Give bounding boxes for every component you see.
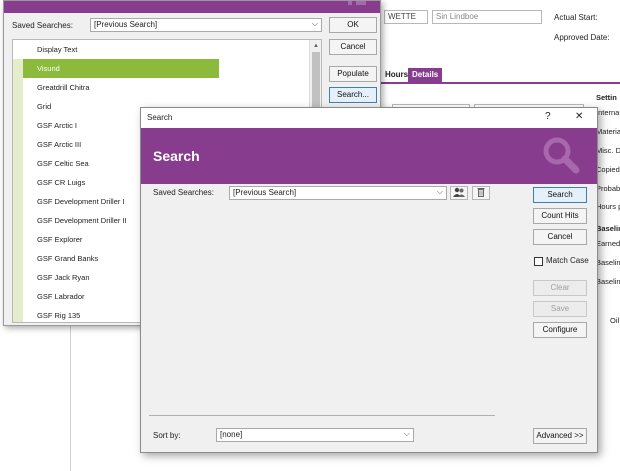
oil-label: Oil xyxy=(610,316,620,325)
chevron-down-icon: ⌵ xyxy=(403,429,410,438)
bg-divider xyxy=(70,326,71,471)
help-icon[interactable]: ? xyxy=(545,111,551,122)
lookup-title-band xyxy=(4,1,380,13)
banner-title: Search xyxy=(153,148,200,164)
baseline-item: Baselin xyxy=(596,258,620,267)
initials-field[interactable]: WETTE xyxy=(384,10,428,24)
cancel-button[interactable]: Cancel xyxy=(533,229,587,245)
clear-button[interactable]: Clear xyxy=(533,280,587,296)
saved-searches-label: Saved Searches: xyxy=(153,188,214,197)
cancel-button[interactable]: Cancel xyxy=(329,39,377,55)
search-dialog: Search ? ✕ Search Saved Searches: [Previ… xyxy=(140,107,598,453)
saved-searches-value: [Previous Search] xyxy=(233,188,297,197)
baseline-item: Baselin xyxy=(596,277,620,286)
settings-item: Misc. D xyxy=(596,146,620,155)
list-item[interactable]: Greatdrill Chitra xyxy=(13,78,321,97)
match-case-label: Match Case xyxy=(546,256,589,265)
search-banner: Search xyxy=(141,128,597,184)
count-hits-button[interactable]: Count Hits xyxy=(533,208,587,224)
scroll-up-icon[interactable]: ▲ xyxy=(310,40,321,52)
tab-underline xyxy=(381,82,594,84)
settings-heading: Settin xyxy=(596,93,617,102)
chevron-down-icon: ⌵ xyxy=(311,19,318,28)
sort-by-select[interactable]: [none] ⌵ xyxy=(216,428,414,442)
chevron-down-icon: ⌵ xyxy=(436,187,443,196)
tab-underline-right xyxy=(594,82,620,84)
column-header-display-text: Display Text xyxy=(37,45,78,54)
settings-item: Probab xyxy=(596,184,620,193)
list-header: Display Text xyxy=(13,40,321,59)
baseline-heading: Baselin xyxy=(596,224,620,233)
configure-button[interactable]: Configure xyxy=(533,322,587,338)
magnifier-icon xyxy=(342,1,374,13)
settings-item: Copied xyxy=(596,165,620,174)
separator xyxy=(149,415,495,416)
search-button[interactable]: Search... xyxy=(329,87,377,103)
saved-searches-label: Saved Searches: xyxy=(12,21,73,30)
saved-searches-select[interactable]: [Previous Search] ⌵ xyxy=(90,18,322,32)
list-item[interactable]: Visund xyxy=(13,59,219,78)
search-titlebar: Search ? ✕ xyxy=(141,108,597,128)
close-icon[interactable]: ✕ xyxy=(575,111,583,122)
sort-by-value: [none] xyxy=(220,430,243,439)
ok-button[interactable]: OK xyxy=(329,17,377,33)
tab-details[interactable]: Details xyxy=(408,68,443,82)
search-button[interactable]: Search xyxy=(533,187,587,203)
manage-users-icon[interactable] xyxy=(450,186,468,200)
actual-start-label: Actual Start: xyxy=(554,13,598,22)
settings-item: Hours p xyxy=(596,202,620,211)
approved-date-label: Approved Date: xyxy=(554,33,610,42)
window-title: Search xyxy=(147,113,173,122)
saved-searches-select[interactable]: [Previous Search] ⌵ xyxy=(229,186,447,200)
baseline-item: Earned xyxy=(596,239,620,248)
settings-item: Interna xyxy=(596,108,620,117)
settings-item: Materia xyxy=(596,127,620,136)
match-case-checkbox[interactable] xyxy=(534,257,543,266)
magnifier-icon xyxy=(541,136,581,176)
saved-searches-value: [Previous Search] xyxy=(94,20,158,29)
populate-button[interactable]: Populate xyxy=(329,66,377,82)
trash-icon[interactable] xyxy=(472,186,490,200)
save-button[interactable]: Save xyxy=(533,301,587,317)
advanced-button[interactable]: Advanced >> xyxy=(533,428,587,444)
sort-by-label: Sort by: xyxy=(153,431,181,440)
name-field[interactable]: Sin Lindboe xyxy=(432,10,542,24)
